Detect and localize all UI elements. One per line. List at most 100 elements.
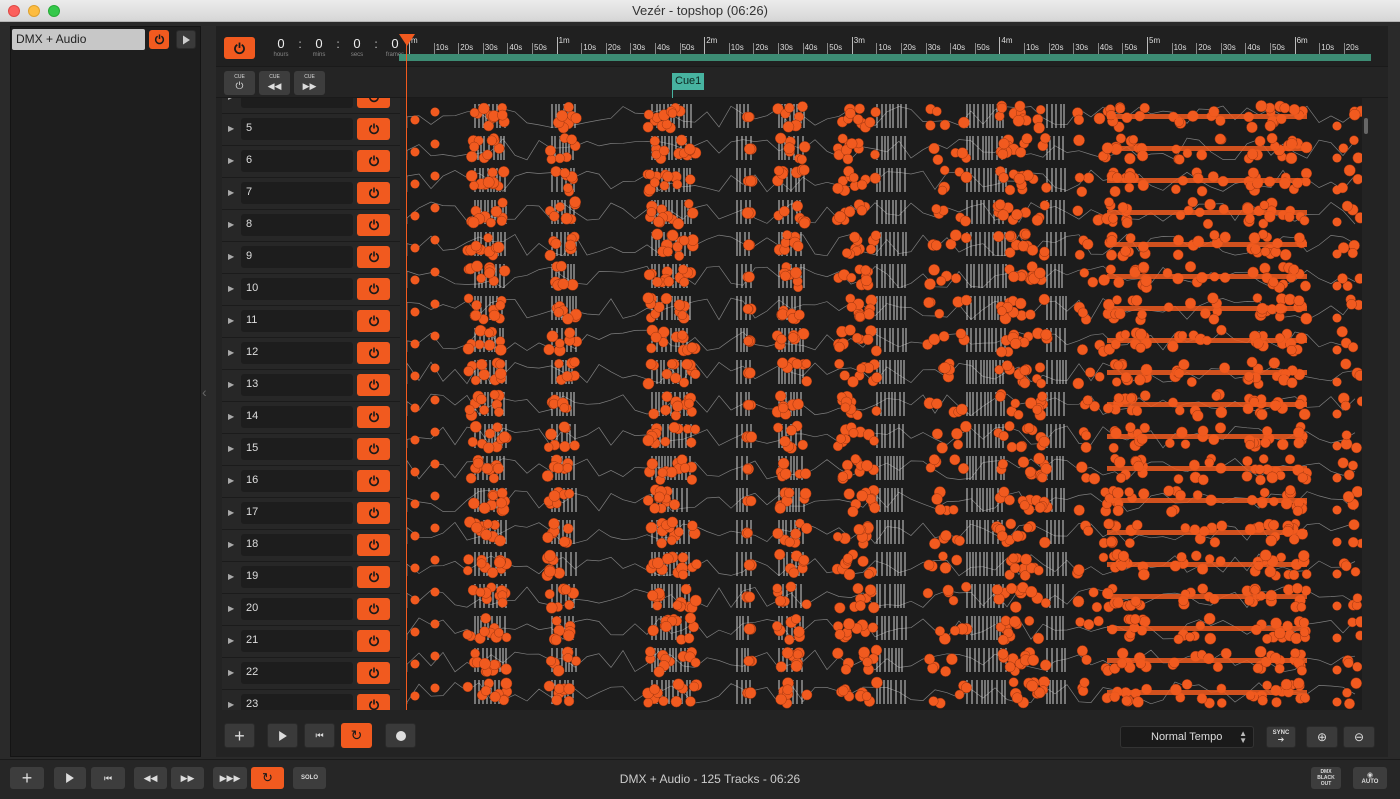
blackout-button[interactable]: DMX BLACK OUT: [1311, 767, 1341, 789]
automation-lane[interactable]: [407, 484, 1362, 518]
track-power-button[interactable]: [357, 406, 390, 428]
disclosure-triangle-icon[interactable]: ▶: [228, 348, 234, 357]
track-name-field[interactable]: 5: [241, 118, 353, 140]
timecode-display[interactable]: 0 hours : 0 mins : 0 secs : 0 frames: [264, 36, 412, 58]
track-name-field[interactable]: 21: [241, 630, 353, 652]
track-row[interactable]: ▶ 10: [222, 274, 400, 306]
track-power-button[interactable]: [357, 150, 390, 172]
project-play-button[interactable]: [176, 30, 196, 49]
disclosure-triangle-icon[interactable]: ▶: [228, 508, 234, 517]
track-name-field[interactable]: 15: [241, 438, 353, 460]
global-skip-forward-button[interactable]: ▶▶▶: [213, 767, 247, 789]
track-power-button[interactable]: [357, 118, 390, 140]
track-power-button[interactable]: [357, 502, 390, 524]
track-row[interactable]: ▶ 22: [222, 658, 400, 690]
track-row[interactable]: ▶ 6: [222, 146, 400, 178]
disclosure-triangle-icon[interactable]: ▶: [228, 156, 234, 165]
automation-lane[interactable]: [407, 516, 1362, 550]
automation-lane[interactable]: [407, 420, 1362, 454]
track-power-button[interactable]: [357, 598, 390, 620]
playhead-handle[interactable]: [399, 34, 415, 46]
track-power-button[interactable]: [357, 374, 390, 396]
automation-lane[interactable]: [407, 164, 1362, 198]
track-name-field[interactable]: 7: [241, 182, 353, 204]
global-forward-button[interactable]: ▶▶: [171, 767, 204, 789]
disclosure-triangle-icon[interactable]: ▶: [228, 700, 234, 709]
cue-previous-button[interactable]: CUE ◀◀: [259, 71, 290, 95]
cue-strip[interactable]: CUE ⏻ CUE ◀◀ CUE ▶▶ Cue1: [216, 66, 1388, 100]
track-name-field[interactable]: 8: [241, 214, 353, 236]
track-name-field[interactable]: 14: [241, 406, 353, 428]
track-power-button[interactable]: [357, 98, 390, 108]
track-name-field[interactable]: 18: [241, 534, 353, 556]
global-play-button[interactable]: [54, 767, 86, 789]
track-name-field[interactable]: 13: [241, 374, 353, 396]
rewind-to-start-button[interactable]: ⏮: [304, 723, 335, 748]
disclosure-triangle-icon[interactable]: ▶: [228, 572, 234, 581]
disclosure-triangle-icon[interactable]: ▶: [228, 476, 234, 485]
disclosure-triangle-icon[interactable]: ▶: [228, 444, 234, 453]
project-power-button[interactable]: [149, 30, 169, 49]
track-row[interactable]: ▶ 11: [222, 306, 400, 338]
disclosure-triangle-icon[interactable]: ▶: [228, 188, 234, 197]
track-row[interactable]: ▶: [222, 98, 400, 114]
track-row[interactable]: ▶ 14: [222, 402, 400, 434]
global-loop-button[interactable]: ↻: [251, 767, 284, 789]
timeline-area[interactable]: [407, 98, 1362, 710]
track-name-field[interactable]: [241, 98, 353, 108]
track-row[interactable]: ▶ 19: [222, 562, 400, 594]
record-button[interactable]: [385, 723, 416, 748]
track-row[interactable]: ▶ 13: [222, 370, 400, 402]
automation-lane[interactable]: [407, 676, 1362, 710]
solo-button[interactable]: SOLO: [293, 767, 326, 789]
automation-lane[interactable]: [407, 548, 1361, 582]
cue-next-button[interactable]: CUE ▶▶: [294, 71, 325, 95]
disclosure-triangle-icon[interactable]: ▶: [228, 316, 234, 325]
global-rewind-button[interactable]: ◀◀: [134, 767, 167, 789]
track-power-button[interactable]: [357, 470, 390, 492]
zoom-in-button[interactable]: ⊕: [1306, 726, 1338, 748]
track-row[interactable]: ▶ 9: [222, 242, 400, 274]
automation-lane[interactable]: [407, 292, 1362, 326]
disclosure-triangle-icon[interactable]: ▶: [228, 380, 234, 389]
play-button[interactable]: [267, 723, 298, 748]
cue-marker[interactable]: Cue1: [672, 73, 705, 90]
track-row[interactable]: ▶ 21: [222, 626, 400, 658]
track-name-field[interactable]: 17: [241, 502, 353, 524]
automation-lane[interactable]: [407, 612, 1362, 646]
track-row[interactable]: ▶ 17: [222, 498, 400, 530]
cue-power-button[interactable]: CUE ⏻: [224, 71, 255, 95]
track-row[interactable]: ▶ 23: [222, 690, 400, 710]
disclosure-triangle-icon[interactable]: ▶: [228, 124, 234, 133]
track-power-button[interactable]: [357, 694, 390, 710]
automation-lane[interactable]: [407, 644, 1362, 678]
automation-lane[interactable]: [407, 196, 1362, 230]
disclosure-triangle-icon[interactable]: ▶: [228, 220, 234, 229]
track-row[interactable]: ▶ 16: [222, 466, 400, 498]
global-rewind-start-button[interactable]: ⏮: [91, 767, 125, 789]
automation-lane[interactable]: [407, 100, 1362, 134]
track-name-field[interactable]: 10: [241, 278, 353, 300]
project-item[interactable]: DMX + Audio: [12, 29, 145, 50]
track-name-field[interactable]: 20: [241, 598, 353, 620]
automation-lane[interactable]: [407, 132, 1362, 166]
track-power-button[interactable]: [357, 214, 390, 236]
track-power-button[interactable]: [357, 278, 390, 300]
track-row[interactable]: ▶ 12: [222, 338, 400, 370]
add-track-button[interactable]: +: [224, 723, 255, 748]
track-name-field[interactable]: 16: [241, 470, 353, 492]
add-composition-button[interactable]: +: [10, 767, 44, 789]
composition-power-button[interactable]: [224, 37, 255, 59]
track-name-field[interactable]: 19: [241, 566, 353, 588]
automation-curves[interactable]: [407, 98, 1362, 710]
auto-button[interactable]: ◉ AUTO: [1353, 767, 1387, 789]
track-name-field[interactable]: 12: [241, 342, 353, 364]
disclosure-triangle-icon[interactable]: ▶: [228, 604, 234, 613]
track-row[interactable]: ▶ 5: [222, 114, 400, 146]
automation-lane[interactable]: [407, 324, 1359, 358]
disclosure-triangle-icon[interactable]: ▶: [228, 252, 234, 261]
loop-button[interactable]: ↻: [341, 723, 372, 748]
track-row[interactable]: ▶ 15: [222, 434, 400, 466]
automation-lane[interactable]: [407, 356, 1362, 390]
automation-lane[interactable]: [407, 581, 1362, 614]
